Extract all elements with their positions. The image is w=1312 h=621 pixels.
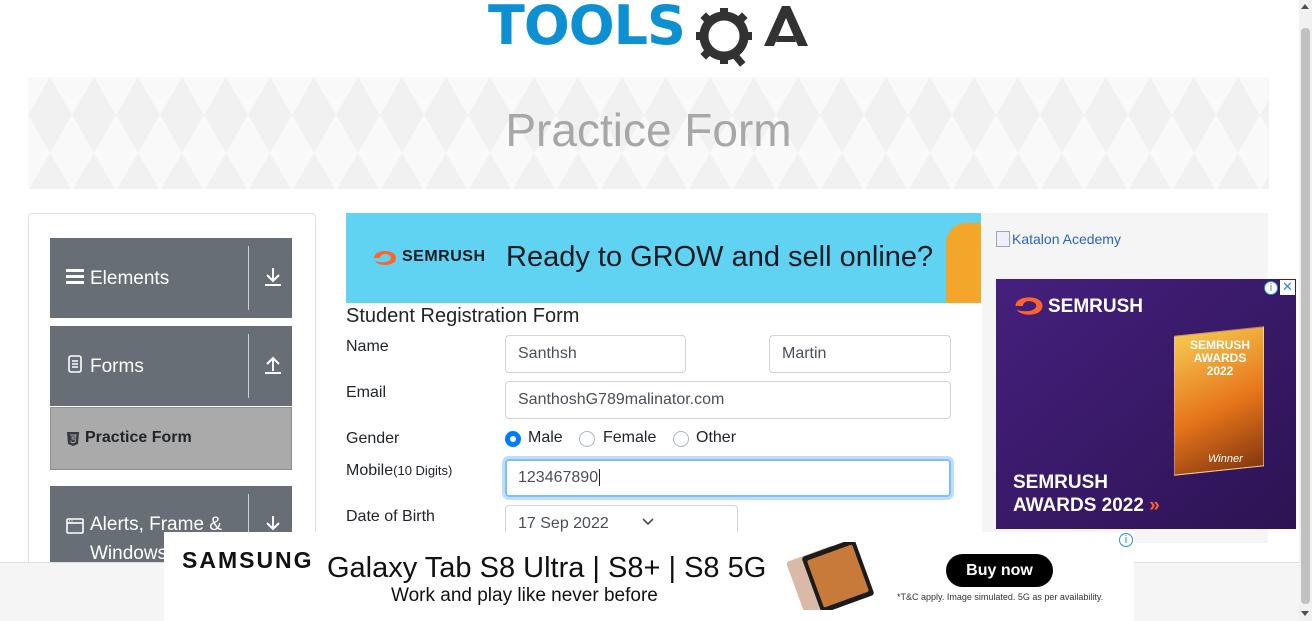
semrush-flame-icon <box>1015 297 1043 315</box>
close-icon[interactable]: ✕ <box>1280 280 1295 295</box>
upload-arrow-icon[interactable] <box>262 354 284 376</box>
sidebar: Elements Forms Practice Form Alerts, Fra… <box>28 213 316 576</box>
divider <box>248 334 249 398</box>
katalon-alt-text: Katalon Acedemy <box>1012 231 1121 247</box>
ad-tagline: Ready to GROW and sell online? <box>506 241 934 273</box>
page-banner: Practice Form <box>28 77 1269 189</box>
page-scrollbar[interactable] <box>1299 0 1312 621</box>
mobile-hint: (10 Digits) <box>393 463 453 478</box>
scroll-up-arrow-icon[interactable] <box>1301 4 1309 9</box>
gear-icon <box>696 8 752 67</box>
hamburger-icon <box>66 269 84 284</box>
broken-image-icon <box>996 231 1010 247</box>
dob-value: 17 Sep 2022 <box>518 515 609 532</box>
gender-female-label[interactable]: Female <box>603 429 656 447</box>
ad-brand: SEMRUSH <box>402 248 486 265</box>
download-arrow-icon[interactable] <box>262 266 284 288</box>
tablet-image <box>786 542 874 610</box>
first-name-input[interactable]: Santhsh <box>505 335 686 373</box>
award-line1: SEMRUSH <box>1013 472 1109 493</box>
logo-text-tools: TOOLS <box>488 0 686 57</box>
name-label: Name <box>346 338 389 355</box>
toolsqa-logo[interactable]: TOOLS <box>488 0 812 68</box>
sidebar-group-forms[interactable]: Forms <box>50 326 292 406</box>
ad-subline: Work and play like never before <box>391 585 658 606</box>
adchoices-icon[interactable]: i <box>1264 281 1278 295</box>
html5-icon <box>67 432 79 446</box>
page: TOOLS Practice Form Elements Forms Pract… <box>0 0 1312 621</box>
award-line2: AWARDS 2022 » <box>1013 494 1160 517</box>
sidebar-group-label: Forms <box>90 356 144 377</box>
samsung-bottom-ad[interactable]: SAMSUNG Galaxy Tab S8 Ultra | S8+ | S8 5… <box>164 532 1134 621</box>
gender-male-radio[interactable] <box>505 431 521 447</box>
form-title: Student Registration Form <box>346 305 580 327</box>
semrush-top-ad[interactable]: SEMRUSH Ready to GROW and sell online? <box>346 213 981 303</box>
last-name-input[interactable]: Martin <box>769 335 951 373</box>
adchoices-icon[interactable]: i <box>1119 533 1133 547</box>
page-title: Practice Form <box>505 104 792 156</box>
ad-person-image <box>946 223 981 303</box>
gender-other-radio[interactable] <box>673 431 689 447</box>
trophy-winner-text: Winner <box>1208 453 1243 465</box>
sidebar-group-label: Elements <box>90 268 170 289</box>
award-text: SEMRUSH AWARDS 2022 » <box>1013 471 1160 517</box>
ad-headline: Galaxy Tab S8 Ultra | S8+ | S8 5G <box>327 552 767 584</box>
gender-label: Gender <box>346 430 400 447</box>
email-label: Email <box>346 384 387 401</box>
ad-brand: SEMRUSH <box>1048 296 1144 317</box>
gender-male-label[interactable]: Male <box>528 429 563 447</box>
email-input[interactable]: SanthoshG789malinator.com <box>505 381 951 419</box>
sidebar-item-label: Practice Form <box>85 429 192 446</box>
ad-fineprint: *T&C apply. Image simulated. 5G as per a… <box>897 592 1104 602</box>
gender-other-label[interactable]: Other <box>696 429 736 447</box>
mobile-input-value: 123467890 <box>518 469 599 486</box>
gender-female-radio[interactable] <box>579 431 595 447</box>
document-icon <box>68 355 82 373</box>
scroll-down-arrow-icon[interactable] <box>1301 611 1309 616</box>
katalon-ad-link[interactable]: Katalon Acedemy <box>996 231 1121 247</box>
award-line2-text: AWARDS 2022 <box>1013 495 1144 516</box>
divider <box>248 246 249 310</box>
scrollbar-thumb[interactable] <box>1301 28 1310 604</box>
mobile-label-text: Mobile <box>346 462 394 479</box>
window-icon <box>66 518 84 534</box>
text-cursor <box>599 469 601 487</box>
buy-now-button[interactable]: Buy now <box>946 554 1053 587</box>
mobile-input[interactable]: 123467890 <box>505 459 951 497</box>
dob-label: Date of Birth <box>346 508 435 525</box>
sidebar-item-practice-form[interactable]: Practice Form <box>50 407 292 470</box>
award-arrow: » <box>1149 495 1160 516</box>
trophy-text: SEMRUSH AWARDS 2022 <box>1189 338 1250 378</box>
mobile-label: Mobile(10 Digits) <box>346 462 452 480</box>
sidebar-group-elements[interactable]: Elements <box>50 238 292 318</box>
ad-brand: SAMSUNG <box>182 547 314 573</box>
semrush-flame-icon <box>374 251 396 265</box>
semrush-side-ad[interactable]: SEMRUSH SEMRUSH AWARDS 2022 Winner SEMRU… <box>996 279 1296 529</box>
logo-letter-a-icon <box>764 6 808 46</box>
chevron-down-icon <box>642 518 654 526</box>
